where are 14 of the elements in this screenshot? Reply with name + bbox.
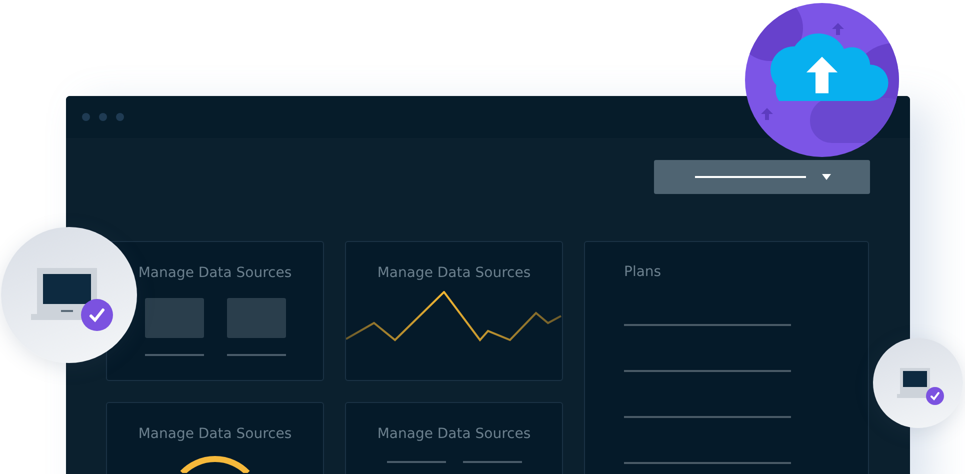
caret-icon (822, 174, 831, 180)
check-icon (81, 299, 113, 331)
card-title: Plans (624, 264, 662, 280)
card-title: Manage Data Sources (377, 426, 531, 442)
placeholder-block (144, 298, 204, 338)
placeholder-block (226, 298, 286, 338)
window-dot[interactable] (116, 113, 124, 121)
card-title: Manage Data Sources (377, 265, 531, 281)
check-icon (926, 387, 944, 405)
card-title: Manage Data Sources (138, 426, 292, 442)
window-dot[interactable] (99, 113, 107, 121)
dropdown[interactable] (654, 160, 870, 194)
window-dot[interactable] (82, 113, 90, 121)
card-title: Manage Data Sources (138, 265, 292, 281)
